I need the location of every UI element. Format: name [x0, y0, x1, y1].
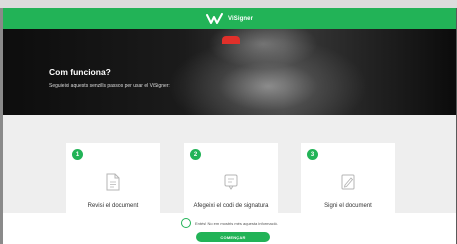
step-card-2: 2 Afegeixi el codi de signatura — [184, 143, 278, 215]
step-card-1: 1 Revisi el document — [66, 143, 160, 215]
window-top-edge — [0, 0, 457, 8]
brand-name: ViSigner — [227, 15, 254, 22]
start-button[interactable]: COMENÇAR — [196, 232, 270, 242]
dont-show-again-label[interactable]: Entés! No em mostris més aquesta informa… — [195, 221, 278, 226]
step-label: Afegeixi el codi de signatura — [193, 203, 269, 209]
top-header: ViSigner — [3, 8, 456, 29]
dont-show-again-row: Entés! No em mostris més aquesta informa… — [181, 218, 278, 228]
step-card-3: 3 Signi el document — [301, 143, 395, 215]
step-label: Signi el document — [324, 203, 372, 209]
pointer-highlight — [222, 36, 240, 44]
sign-icon — [341, 174, 355, 190]
step-number-badge: 2 — [190, 149, 201, 160]
app-frame: ViSigner Com funciona? Seguieixi aquests… — [3, 8, 456, 244]
visigner-logo-icon — [205, 12, 223, 24]
document-icon — [106, 173, 120, 191]
hero-subtitle: Seguieixi aquests senzills passos per us… — [49, 83, 170, 89]
dont-show-again-checkbox[interactable] — [181, 218, 191, 228]
hero-title: Com funciona? — [49, 67, 111, 77]
code-icon — [224, 174, 238, 190]
step-number-badge: 3 — [307, 149, 318, 160]
step-number-badge: 1 — [72, 149, 83, 160]
step-label: Revisi el document — [87, 203, 139, 209]
steps-section: 1 Revisi el document 2 Afegeixi el codi … — [3, 115, 456, 215]
hero-image-hand — [168, 37, 368, 115]
footer-bar: Entés! No em mostris més aquesta informa… — [3, 213, 456, 244]
